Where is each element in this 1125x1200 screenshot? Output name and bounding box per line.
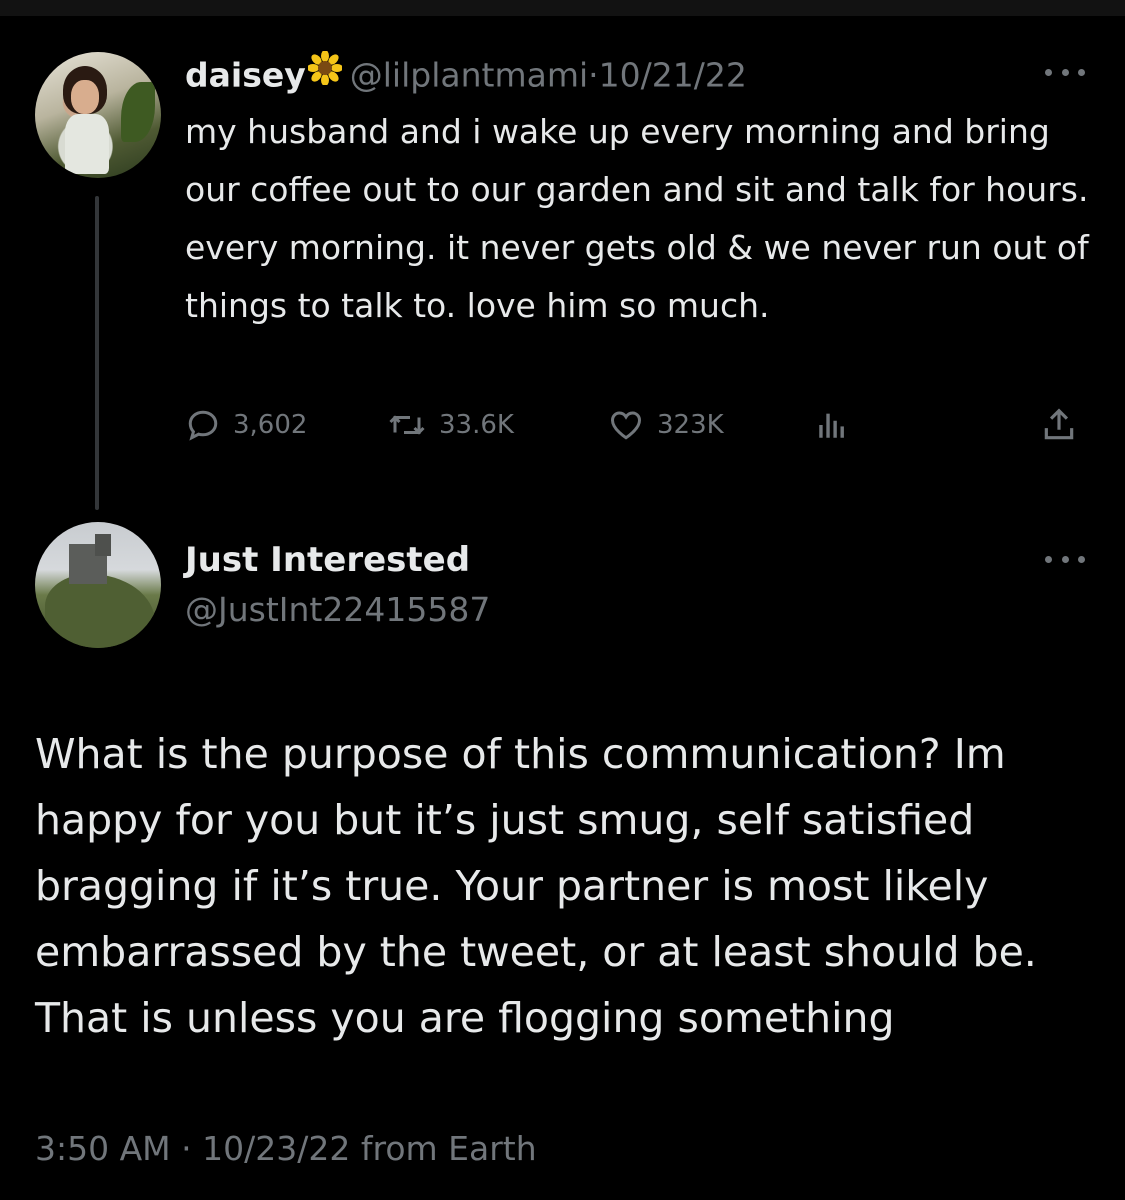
separator-dot: · — [588, 55, 599, 95]
tweet-actions: 3,602 33.6K 323K — [185, 400, 1090, 450]
retweet-icon — [389, 415, 425, 435]
reply-display-name[interactable]: Just Interested — [185, 536, 470, 584]
reply-more-options-icon[interactable] — [1045, 553, 1085, 565]
views-chart-icon — [819, 413, 844, 438]
retweet-count: 33.6K — [439, 410, 514, 440]
separator-dot: · — [181, 1129, 192, 1168]
like-button[interactable]: 323K — [607, 400, 724, 450]
avatar-cliff — [45, 574, 155, 648]
reply-time[interactable]: 3:50 AM — [35, 1129, 171, 1168]
top-bar — [0, 0, 1125, 16]
reply-avatar[interactable] — [35, 522, 161, 648]
avatar-tower — [95, 534, 111, 556]
views-button[interactable] — [815, 400, 861, 450]
share-icon — [1044, 408, 1074, 440]
handle[interactable]: @lilplantmami — [350, 56, 588, 95]
heart-icon — [610, 411, 642, 440]
reply-date[interactable]: 10/23/22 — [202, 1129, 350, 1168]
reply-handle[interactable]: @JustInt22415587 — [185, 586, 490, 634]
tweet-header: daisey @lilplantmami·10/21/22 — [185, 50, 747, 98]
avatar[interactable] — [35, 52, 161, 178]
reply-source: from Earth — [360, 1129, 537, 1168]
more-options-icon[interactable] — [1045, 66, 1085, 78]
tweet-text: my husband and i wake up every morning a… — [185, 112, 1089, 325]
avatar-face — [71, 80, 99, 114]
share-button[interactable] — [1040, 400, 1090, 450]
reply-text: What is the purpose of this communicatio… — [35, 730, 1037, 1042]
tweet-date[interactable]: 10/21/22 — [599, 56, 747, 95]
like-count: 323K — [657, 410, 724, 440]
reply-button[interactable]: 3,602 — [185, 400, 307, 450]
reply-metadata: 3:50 AM · 10/23/22 from Earth — [35, 1124, 537, 1174]
thread-line — [95, 196, 99, 510]
sunflower-icon — [306, 50, 343, 98]
display-name[interactable]: daisey — [185, 56, 306, 95]
avatar-plant — [121, 82, 155, 142]
reply-icon — [188, 410, 218, 441]
retweet-button[interactable]: 33.6K — [387, 400, 514, 450]
avatar-body — [65, 114, 109, 174]
reply-count: 3,602 — [233, 410, 308, 440]
